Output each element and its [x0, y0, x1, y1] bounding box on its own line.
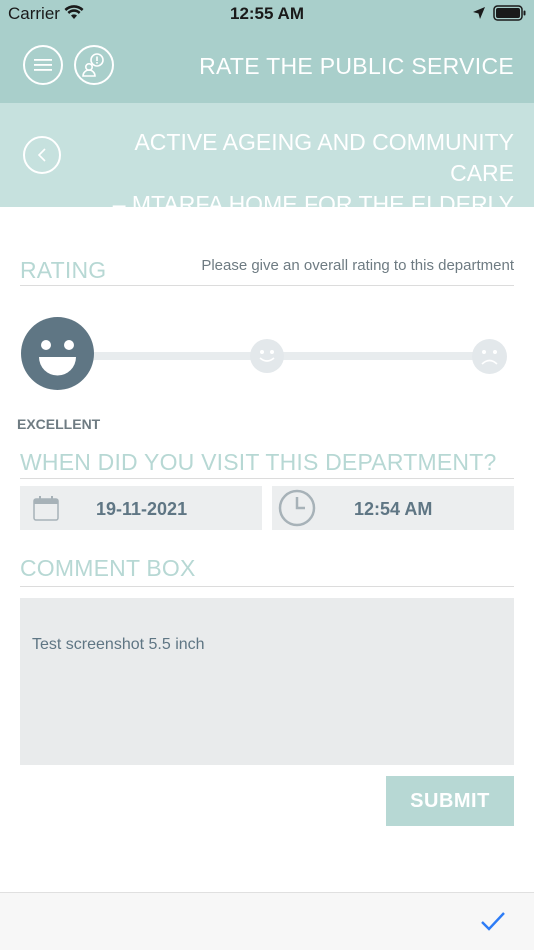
status-time: 12:55 AM: [229, 4, 304, 23]
visit-date-value: 19-11-2021: [96, 499, 188, 519]
menu-button[interactable]: [23, 45, 63, 85]
status-bar: Carrier 12:55 AM: [0, 0, 534, 26]
visit-divider: [20, 478, 514, 479]
visit-title: WHEN DID YOU VISIT THIS DEPARTMENT?: [20, 449, 497, 475]
rating-excellent-face[interactable]: [21, 317, 94, 390]
happy-face-icon: [39, 340, 76, 376]
department-name-line2: – MTARFA HOME FOR THE ELDERLY: [112, 191, 514, 217]
bottom-toolbar: [0, 892, 534, 950]
department-name: ACTIVE AGEING AND COMMUNITY CARE – MTARF…: [74, 127, 514, 220]
back-button[interactable]: [23, 136, 61, 174]
comment-textarea[interactable]: Test screenshot 5.5 inch: [20, 598, 514, 765]
hamburger-icon: [34, 59, 52, 71]
visit-time-value: 12:54 AM: [354, 499, 433, 519]
comment-divider: [20, 586, 514, 587]
comment-title: COMMENT BOX: [20, 555, 196, 581]
visit-time-picker[interactable]: 12:54 AM: [272, 486, 514, 530]
smile-face-icon: [259, 350, 275, 362]
app-header: RATE THE PUBLIC SERVICE: [0, 26, 534, 103]
submit-button[interactable]: SUBMIT: [386, 776, 514, 826]
page-title: RATE THE PUBLIC SERVICE: [199, 53, 514, 79]
department-name-line1: ACTIVE AGEING AND COMMUNITY CARE: [134, 129, 514, 186]
feedback-button[interactable]: [74, 45, 114, 85]
rating-hint: Please give an overall rating to this de…: [201, 257, 514, 274]
checkmark-icon[interactable]: [480, 910, 506, 932]
sad-face-icon: [481, 350, 498, 365]
rating-poor-face[interactable]: [472, 339, 507, 374]
battery-icon: [493, 5, 526, 21]
location-arrow-icon: [473, 7, 485, 19]
rating-selected-label: EXCELLENT: [17, 416, 101, 432]
rating-title: RATING: [20, 257, 107, 283]
clock-icon: [278, 489, 316, 527]
chevron-left-icon: [37, 148, 46, 162]
rating-neutral-face[interactable]: [250, 339, 284, 373]
department-bar: ACTIVE AGEING AND COMMUNITY CARE – MTARF…: [0, 103, 534, 217]
visit-date-picker[interactable]: 19-11-2021: [20, 486, 262, 530]
user-feedback-icon: [82, 53, 104, 77]
rating-divider: [20, 285, 514, 286]
calendar-icon: [33, 496, 59, 521]
